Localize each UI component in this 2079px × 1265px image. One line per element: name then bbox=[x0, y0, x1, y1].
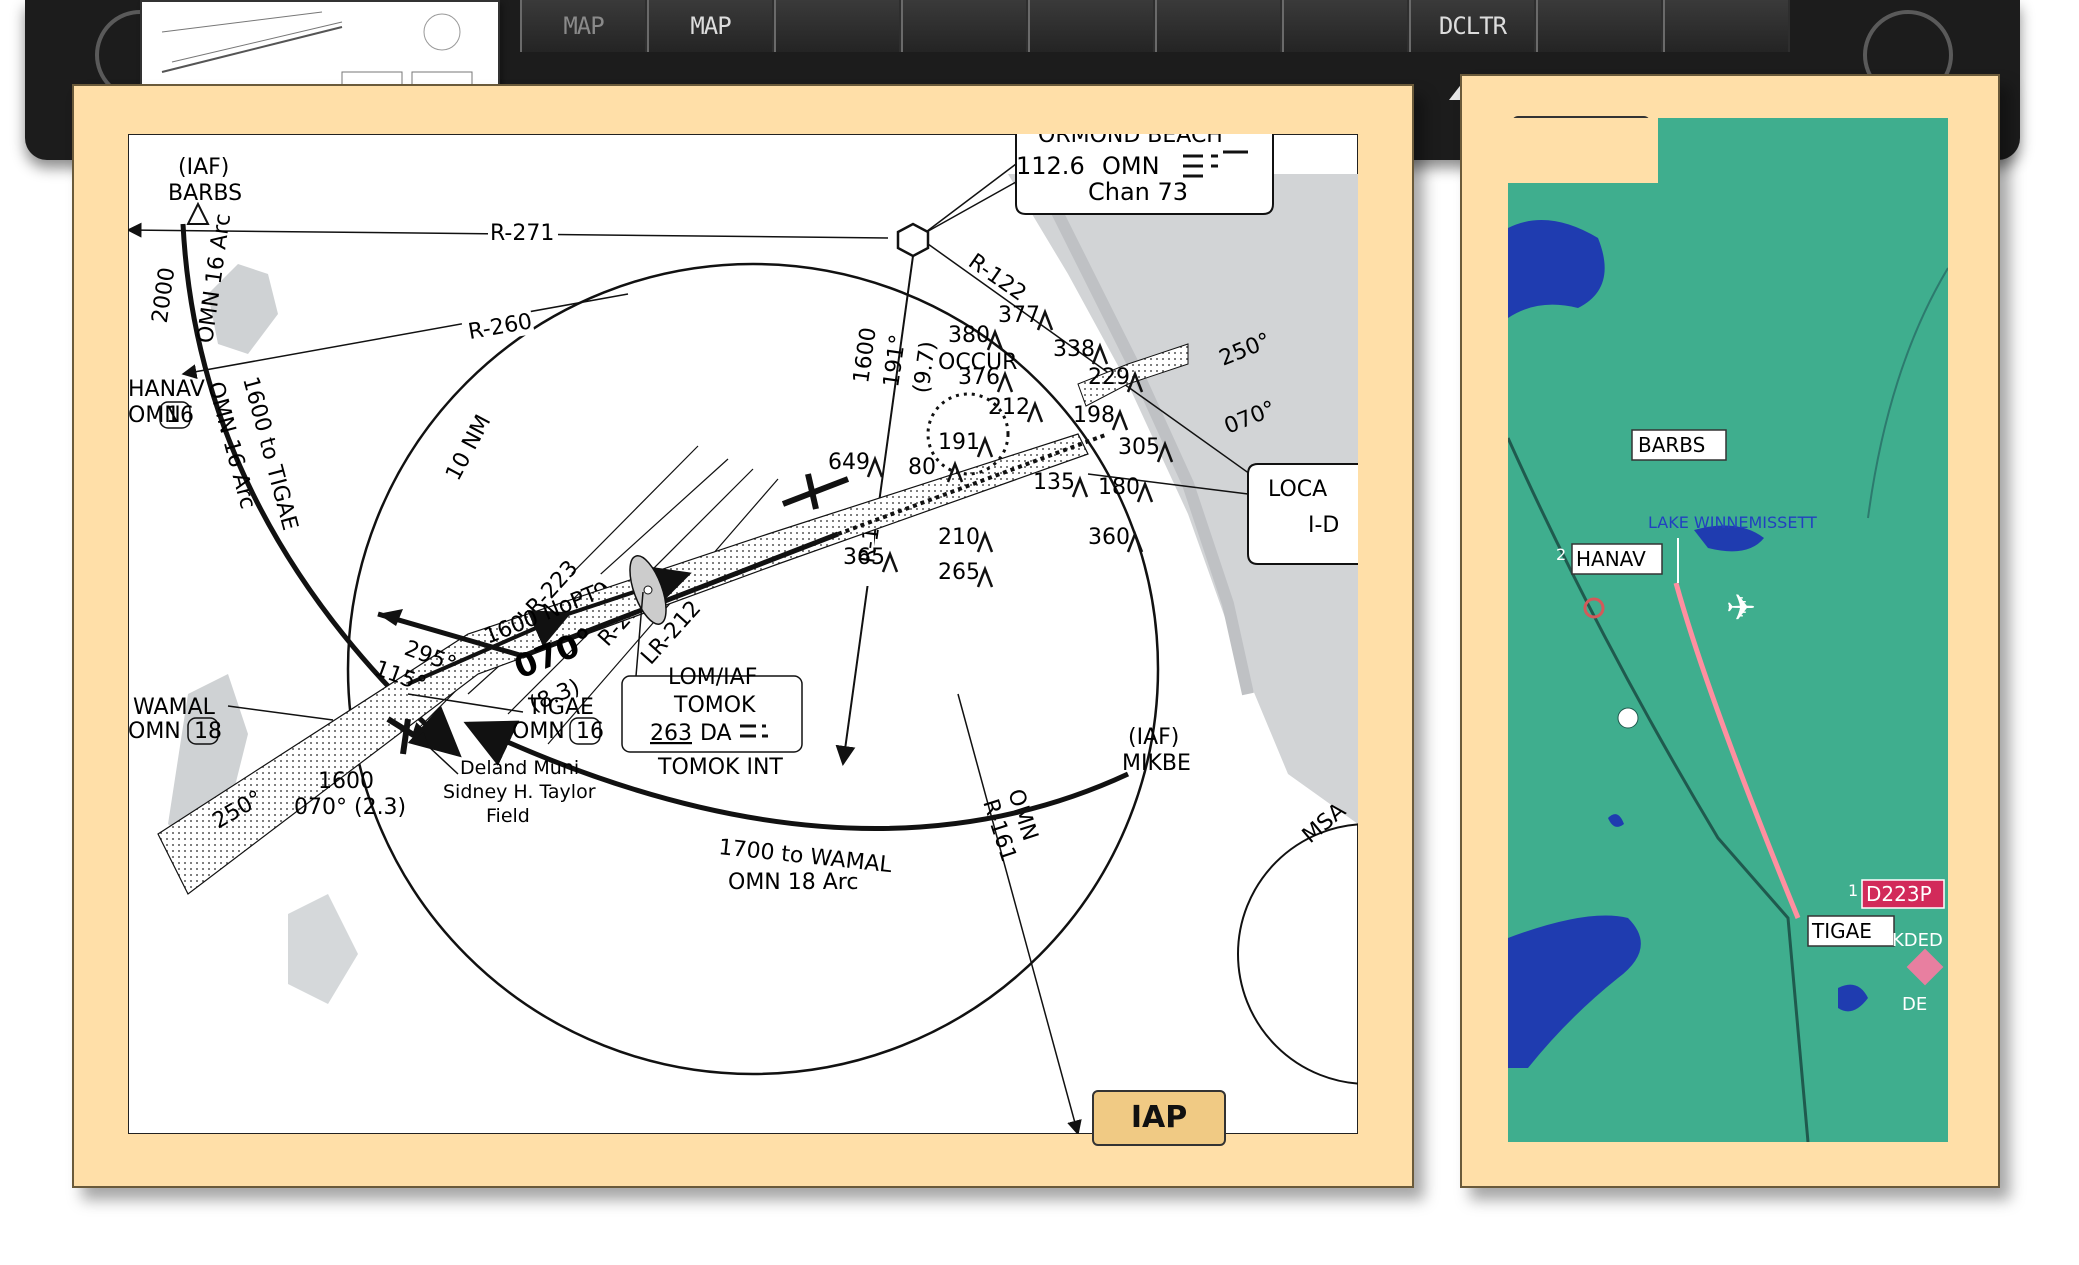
lom-title: LOM/IAF bbox=[668, 665, 757, 690]
obstacle-elevation: 365 bbox=[843, 545, 885, 570]
lake-map-label: LAKE WINNEMISSETT bbox=[1648, 513, 1817, 532]
obstacle-elevation: 649 bbox=[828, 450, 870, 475]
obstacle-elevation: 380 bbox=[948, 323, 990, 348]
softkey-9[interactable] bbox=[1536, 0, 1663, 52]
vor-map-icon bbox=[1617, 707, 1639, 729]
ormond-ident: OMN bbox=[1102, 152, 1160, 180]
softkey-5[interactable] bbox=[1028, 0, 1155, 52]
mikbe-name: MIKBE bbox=[1122, 751, 1191, 776]
softkey-6[interactable] bbox=[1155, 0, 1282, 52]
obstacle-elevation: 210 bbox=[938, 525, 980, 550]
obstacle-elevation: 80 bbox=[908, 455, 936, 480]
tigae-name: TIGAE bbox=[527, 695, 594, 720]
obstacle-elevation: 305 bbox=[1118, 435, 1160, 460]
softkey-8[interactable]: DCLTR bbox=[1409, 0, 1536, 52]
tigae-map-label: TIGAE bbox=[1811, 919, 1872, 943]
obstacle-elevation: 180 bbox=[1098, 475, 1140, 500]
obstacle-elevation: 135 bbox=[1033, 470, 1075, 495]
softkey-2[interactable]: MAP bbox=[647, 0, 774, 52]
softkey-3[interactable] bbox=[774, 0, 901, 52]
barbs-type: (IAF) bbox=[178, 155, 229, 180]
barbs-map-label: BARBS bbox=[1638, 433, 1705, 457]
moving-map[interactable]: ✈ BARBS HANAV LAKE WINNEMISSETT TIGAE D2… bbox=[1506, 118, 1949, 1143]
obstacle-elevation: 191 bbox=[938, 430, 980, 455]
obstacle-elevation: 360 bbox=[1088, 525, 1130, 550]
obstacle-elevation: 198 bbox=[1073, 403, 1115, 428]
obstacle-elevation: 338 bbox=[1053, 337, 1095, 362]
softkey-10[interactable] bbox=[1663, 0, 1790, 52]
obstacle-elevation: 376 bbox=[958, 365, 1000, 390]
mikbe-type: (IAF) bbox=[1128, 725, 1179, 750]
obstacle-elevation: 377 bbox=[998, 303, 1040, 328]
tigae-omn: OMN bbox=[512, 719, 565, 744]
iap-panel: 10 NM MSA ORMOND BEACH 112.6 OMN Chan 73… bbox=[72, 84, 1499, 1188]
seg-alt: 1600 bbox=[318, 769, 374, 794]
d223p-label: D223P bbox=[1866, 882, 1932, 906]
hanav-map-label: HANAV bbox=[1576, 547, 1646, 571]
vor-icon bbox=[896, 222, 930, 258]
lom-center-icon bbox=[643, 585, 653, 595]
wamal-name: WAMAL bbox=[133, 695, 216, 720]
hanav-name: HANAV bbox=[128, 377, 205, 402]
softkey-bar: MAP MAP DCLTR bbox=[520, 0, 1790, 52]
airport-line-3: Field bbox=[486, 805, 530, 827]
obstacle-elevation: 212 bbox=[988, 395, 1030, 420]
softkey-7[interactable] bbox=[1282, 0, 1409, 52]
barbs-name: BARBS bbox=[168, 181, 242, 206]
loc-line-2: I-D bbox=[1308, 513, 1339, 538]
ormond-name: ORMOND BEACH bbox=[1038, 134, 1223, 148]
airport-line-1: Deland Muni bbox=[460, 757, 579, 779]
aircraft-icon: ✈ bbox=[1726, 588, 1756, 629]
softkey-1[interactable]: MAP bbox=[520, 0, 647, 52]
radial-271-label: R-271 bbox=[490, 221, 554, 246]
map-number-2: 2 bbox=[1556, 545, 1566, 564]
tigae-dme: 16 bbox=[576, 719, 604, 744]
obstacle-elevation: 229 bbox=[1088, 365, 1130, 390]
b-panel: B ✈ BARBS HANAV LAKE WINNEMISSETT TIGAE bbox=[1460, 74, 2000, 1188]
hanav-dme: 16 bbox=[166, 403, 194, 428]
lom-ident: DA bbox=[700, 721, 732, 746]
softkey-4[interactable] bbox=[901, 0, 1028, 52]
lom-freq: 263 bbox=[650, 721, 692, 746]
obstacle-elevation: 265 bbox=[938, 560, 980, 585]
seg-course: 070° (2.3) bbox=[294, 795, 406, 820]
loc-line-1: LOCA bbox=[1268, 477, 1327, 502]
approach-chart-svg: 10 NM MSA ORMOND BEACH 112.6 OMN Chan 73… bbox=[126, 123, 1499, 1136]
airport-line-2: Sidney H. Taylor bbox=[443, 781, 596, 803]
omn18-bottom-label: OMN 18 Arc bbox=[728, 870, 858, 895]
iap-panel-label[interactable]: IAP bbox=[1092, 1090, 1226, 1146]
ormond-freq: 112.6 bbox=[1016, 152, 1085, 180]
wamal-omn: OMN bbox=[128, 719, 181, 744]
wamal-dme: 18 bbox=[194, 719, 222, 744]
map-number-1: 1 bbox=[1848, 881, 1858, 900]
lom-name: TOMOK bbox=[673, 693, 756, 718]
kdeu-label: KDED bbox=[1892, 930, 1943, 951]
lom-int: TOMOK INT bbox=[657, 755, 783, 780]
moving-map-svg: ✈ BARBS HANAV LAKE WINNEMISSETT TIGAE D2… bbox=[1506, 118, 1949, 1143]
ormond-chan: Chan 73 bbox=[1088, 178, 1188, 206]
approach-chart[interactable]: 10 NM MSA ORMOND BEACH 112.6 OMN Chan 73… bbox=[126, 123, 1499, 1136]
map-notch bbox=[1508, 118, 1658, 183]
de-label: DE bbox=[1902, 994, 1927, 1015]
